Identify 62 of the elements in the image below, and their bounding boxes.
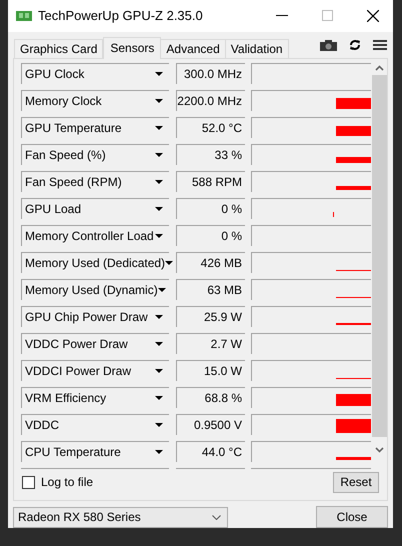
sensor-value: 300.0 MHz xyxy=(176,62,245,84)
sensor-value: 0 % xyxy=(176,224,245,246)
chevron-down-icon xyxy=(212,514,221,520)
sensor-dropdown[interactable]: Fan Speed (%) xyxy=(21,144,169,165)
window-title: TechPowerUp GPU-Z 2.35.0 xyxy=(38,7,203,26)
sensor-dropdown[interactable]: Fan Speed (RPM) xyxy=(21,170,169,192)
scroll-up-icon[interactable] xyxy=(374,64,384,71)
dropdown-arrow-icon xyxy=(155,450,163,454)
sensor-value: 0 % xyxy=(176,198,245,219)
sensor-dropdown[interactable]: VDDC Power Draw xyxy=(21,332,169,354)
sensor-dropdown[interactable]: GPU Clock xyxy=(21,62,169,84)
dropdown-arrow-icon xyxy=(155,98,163,103)
close-button[interactable]: Close xyxy=(316,506,388,528)
sensor-value: 2200.0 MHz xyxy=(176,90,245,111)
dropdown-arrow-icon xyxy=(155,234,163,238)
dropdown-arrow-icon xyxy=(165,260,174,265)
sensor-value: 52.0 °C xyxy=(176,116,245,138)
sensor-value: 426 MB xyxy=(176,252,245,273)
tab[interactable]: Validation xyxy=(224,38,289,58)
refresh-icon[interactable] xyxy=(349,39,361,52)
reset-button[interactable]: Reset xyxy=(333,472,379,493)
dropdown-arrow-icon xyxy=(155,72,163,76)
sensor-value: 33 % xyxy=(176,144,245,165)
sensor-dropdown[interactable]: Memory Clock xyxy=(21,90,169,111)
graphics-card-icon xyxy=(16,10,32,22)
sensor-dropdown[interactable]: CPU Temperature xyxy=(21,440,169,462)
menu-icon[interactable] xyxy=(373,39,387,52)
sensor-dropdown[interactable]: VDDC xyxy=(21,414,169,435)
sensor-dropdown[interactable]: VDDCI Power Draw xyxy=(21,360,169,381)
tab[interactable]: Graphics Card xyxy=(14,38,104,58)
minimize-icon[interactable] xyxy=(276,14,288,17)
sensor-dropdown[interactable]: GPU Chip Power Draw xyxy=(21,306,169,327)
dropdown-arrow-icon xyxy=(155,396,163,400)
dropdown-arrow-icon xyxy=(155,180,163,184)
sensor-dropdown[interactable]: GPU Load xyxy=(21,198,169,219)
scroll-down-icon[interactable] xyxy=(374,446,384,453)
gpu-dropdown[interactable]: Radeon RX 580 Series xyxy=(13,506,228,528)
dropdown-arrow-icon xyxy=(158,288,166,292)
dropdown-arrow-icon xyxy=(155,368,163,373)
sensor-dropdown[interactable]: GPU Temperature xyxy=(21,116,169,138)
dropdown-arrow-icon xyxy=(155,206,163,211)
tab[interactable]: Sensors xyxy=(103,36,162,59)
checkbox[interactable] xyxy=(22,476,35,489)
sensor-value: 25.9 W xyxy=(176,306,245,327)
dropdown-arrow-icon xyxy=(155,152,163,157)
camera-icon[interactable] xyxy=(320,38,337,52)
dropdown-arrow-icon xyxy=(155,422,163,427)
sensor-dropdown[interactable]: Memory Used (Dynamic) xyxy=(21,278,169,300)
sensor-value: 588 RPM xyxy=(176,170,245,192)
dropdown-arrow-icon xyxy=(155,126,163,130)
sensor-dropdown[interactable]: VRM Efficiency xyxy=(21,386,169,408)
dropdown-arrow-icon xyxy=(155,314,163,319)
sensor-value: 44.0 °C xyxy=(176,440,245,462)
sensor-value: 63 MB xyxy=(176,278,245,300)
checkbox-label[interactable]: Log to file xyxy=(41,473,94,492)
close-icon[interactable] xyxy=(367,10,379,22)
sensor-value: 68.8 % xyxy=(176,386,245,408)
dropdown-arrow-icon xyxy=(155,342,163,346)
sensor-dropdown[interactable]: Memory Controller Load xyxy=(21,224,169,246)
sensor-value: 15.0 W xyxy=(176,360,245,381)
sensor-value: 0.9500 V xyxy=(176,414,245,435)
sensor-value: 2.7 W xyxy=(176,332,245,354)
